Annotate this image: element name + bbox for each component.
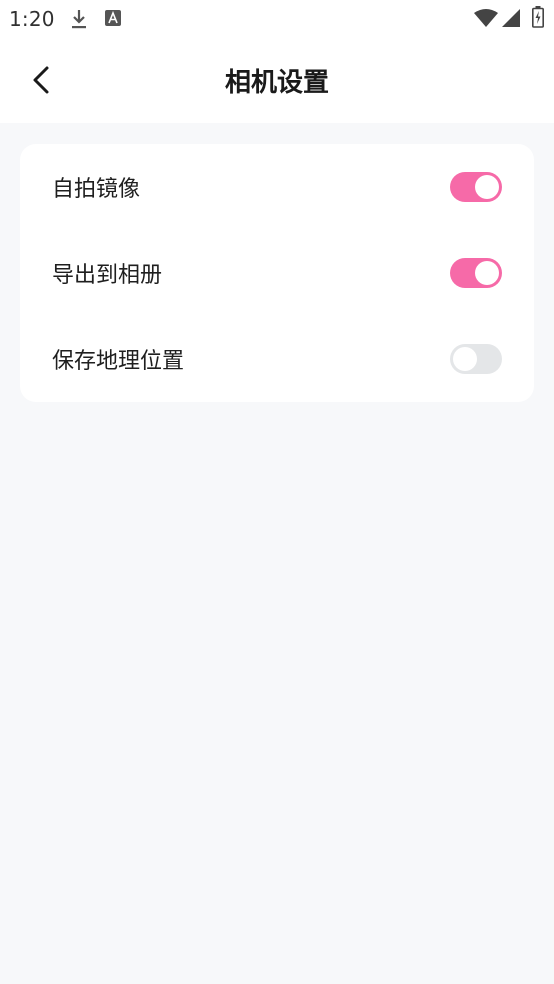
setting-label: 保存地理位置 xyxy=(52,349,185,374)
toggle-knob xyxy=(475,175,499,199)
battery-icon xyxy=(532,6,544,32)
setting-label: 自拍镜像 xyxy=(52,177,141,202)
setting-row-save-location: 保存地理位置 xyxy=(20,316,534,402)
setting-row-selfie-mirror: 自拍镜像 xyxy=(20,144,534,230)
camera-settings-screen: 1:20 相机设置 自拍镜像 导出到相册 保存地理位置 xyxy=(0,0,554,984)
setting-label: 导出到相册 xyxy=(52,263,163,288)
save-location-toggle[interactable] xyxy=(450,344,502,374)
toggle-knob xyxy=(475,261,499,285)
signal-icon xyxy=(502,9,520,31)
wifi-icon xyxy=(474,9,498,31)
font-a-icon xyxy=(105,10,121,30)
settings-card: 自拍镜像 导出到相册 保存地理位置 xyxy=(20,144,534,402)
export-to-album-toggle[interactable] xyxy=(450,258,502,288)
setting-row-export-to-album: 导出到相册 xyxy=(20,230,534,316)
download-icon xyxy=(70,8,88,34)
app-header: 相机设置 xyxy=(0,38,554,123)
toggle-knob xyxy=(453,347,477,371)
status-bar: 1:20 xyxy=(0,0,554,38)
selfie-mirror-toggle[interactable] xyxy=(450,172,502,202)
page-title: 相机设置 xyxy=(224,68,329,98)
status-time: 1:20 xyxy=(9,7,55,31)
